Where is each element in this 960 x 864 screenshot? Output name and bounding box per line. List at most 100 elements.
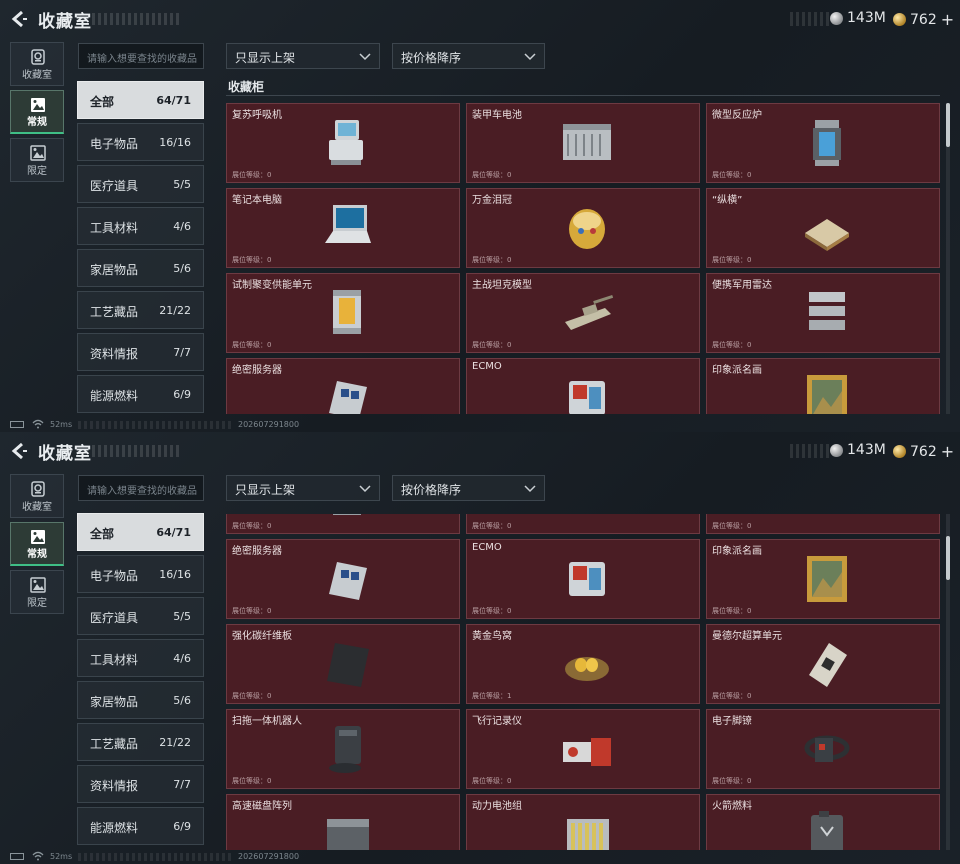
gold-currency[interactable]: 762 + [893, 10, 954, 29]
collection-item-card[interactable]: 微型反应炉 展位等级：0 [706, 103, 940, 183]
sidebar-item-collection-room[interactable]: 收藏室 [10, 474, 64, 518]
chess-board-icon [799, 199, 855, 257]
collection-item-card[interactable]: 飞行记录仪 展位等级：0 [466, 709, 700, 789]
collection-item-card[interactable]: 复苏呼吸机 展位等级：0 [226, 103, 460, 183]
collection-item-card[interactable]: 印象派名画展位等级：0 [706, 539, 940, 619]
grid-scrollbar[interactable] [946, 103, 950, 414]
collection-item-card[interactable]: 主战坦克模型展位等级：0 [466, 273, 700, 353]
item-level: 展位等级：0 [232, 606, 271, 616]
collection-item-card[interactable]: ECMO展位等级：0 [466, 539, 700, 619]
collection-item-card[interactable]: 电子脚镣 展位等级：0 [706, 709, 940, 789]
sidebar-item-regular[interactable]: 常规 [10, 90, 64, 134]
category-item[interactable]: 工具材料 4/6 [77, 639, 204, 677]
category-item[interactable]: 资料情报 7/7 [77, 333, 204, 371]
item-level: 展位等级：0 [712, 606, 751, 616]
collection-item-card[interactable]: 便携军用雷达展位等级：0 [706, 514, 940, 534]
category-item[interactable]: 家居物品 5/6 [77, 249, 204, 287]
collection-item-card[interactable]: 高速磁盘阵列展位等级：0 [226, 794, 460, 850]
category-label: 家居物品 [90, 263, 139, 277]
scroll-thumb[interactable] [946, 536, 950, 580]
item-level-label: 展位等级： [232, 341, 267, 349]
collection-item-card[interactable]: 扫拖一体机器人 展位等级：0 [226, 709, 460, 789]
item-level-label: 展位等级： [712, 777, 747, 785]
category-item[interactable]: 能源燃料 6/9 [77, 375, 204, 413]
category-label: 电子物品 [90, 569, 139, 583]
category-item[interactable]: 电子物品 16/16 [77, 555, 204, 593]
item-level: 展位等级：0 [712, 521, 751, 531]
item-name: ECMO [472, 361, 502, 372]
category-label: 工具材料 [90, 221, 139, 235]
ecmo-icon [559, 550, 615, 608]
filter-dropdown-label: 只显示上架 [235, 51, 296, 65]
build-code: 202607291800 [238, 420, 300, 429]
collection-item-card[interactable]: 试制聚变供能单元展位等级：0 [226, 273, 460, 353]
item-name: 飞行记录仪 [472, 716, 522, 727]
item-level-value: 0 [267, 256, 272, 264]
category-item[interactable]: 全部 64/71 [77, 513, 204, 551]
collection-item-card[interactable]: 万金泪冠 展位等级：0 [466, 188, 700, 268]
collection-item-card[interactable]: 印象派名画展位等级：0 [706, 358, 940, 414]
item-level: 展位等级：1 [472, 691, 511, 701]
category-count: 6/9 [173, 820, 191, 833]
category-item[interactable]: 医疗道具 5/5 [77, 165, 204, 203]
collection-item-card[interactable]: 笔记本电脑 展位等级：0 [226, 188, 460, 268]
item-level-value: 0 [507, 777, 512, 785]
category-label: 家居物品 [90, 695, 139, 709]
flight-recorder-icon [559, 720, 615, 778]
grid-scrollbar[interactable] [946, 514, 950, 850]
collection-item-card[interactable]: 主战坦克模型展位等级：0 [466, 514, 700, 534]
category-item[interactable]: 能源燃料 6/9 [77, 807, 204, 845]
collection-item-card[interactable]: 黄金鸟窝 展位等级：1 [466, 624, 700, 704]
sidebar-item-collection-room[interactable]: 收藏室 [10, 42, 64, 86]
collection-item-card[interactable]: 曼德尔超算单元 展位等级：0 [706, 624, 940, 704]
collection-room-icon [31, 49, 45, 65]
sort-dropdown[interactable]: 按价格降序 [392, 43, 545, 69]
collection-screen-top: 收藏室 143M 762 + 收藏室 常规 限定 请输入想要查找的收藏品 只显示… [0, 0, 960, 432]
collection-item-card[interactable]: 火箭燃料展位等级：0 [706, 794, 940, 850]
sidebar-item-regular[interactable]: 常规 [10, 522, 64, 566]
scroll-thumb[interactable] [946, 103, 950, 147]
collection-item-card[interactable]: ECMO展位等级：0 [466, 358, 700, 414]
wifi-icon [32, 851, 44, 861]
sort-dropdown[interactable]: 按价格降序 [392, 475, 545, 501]
collection-item-card[interactable]: 装甲车电池 展位等级：0 [466, 103, 700, 183]
chevron-down-icon [524, 485, 536, 493]
status-bar: 52ms 202607291800 [0, 850, 960, 864]
collection-item-card[interactable]: 便携军用雷达展位等级：0 [706, 273, 940, 353]
build-code: 202607291800 [238, 852, 300, 861]
collection-screen-bottom: 收藏室 143M 762 + 收藏室 常规 限定 请输入想要查找的收藏品 只显示… [0, 432, 960, 864]
filter-dropdown-label: 只显示上架 [235, 483, 296, 497]
category-item[interactable]: 工具材料 4/6 [77, 207, 204, 245]
category-item[interactable]: 医疗道具 5/5 [77, 597, 204, 635]
filter-dropdown[interactable]: 只显示上架 [226, 475, 380, 501]
collection-item-card[interactable]: “纵横” 展位等级：0 [706, 188, 940, 268]
category-item[interactable]: 家居物品 5/6 [77, 681, 204, 719]
collection-item-card[interactable]: 绝密服务器展位等级：0 [226, 539, 460, 619]
search-input[interactable]: 请输入想要查找的收藏品 [78, 475, 204, 501]
item-level: 展位等级：0 [472, 170, 511, 180]
collection-item-card[interactable]: 强化碳纤维板 展位等级：0 [226, 624, 460, 704]
collection-item-card[interactable]: 绝密服务器展位等级：0 [226, 358, 460, 414]
category-count: 64/71 [156, 94, 191, 107]
category-item[interactable]: 资料情报 7/7 [77, 765, 204, 803]
search-input[interactable]: 请输入想要查找的收藏品 [78, 43, 204, 69]
category-item[interactable]: 工艺藏品 21/22 [77, 723, 204, 761]
sidebar-item-limited[interactable]: 限定 [10, 570, 64, 614]
collection-item-card[interactable]: 动力电池组展位等级：0 [466, 794, 700, 850]
category-item[interactable]: 电子物品 16/16 [77, 123, 204, 161]
title-decoration [92, 445, 182, 457]
category-item[interactable]: 工艺藏品 21/22 [77, 291, 204, 329]
back-arrow-icon[interactable] [9, 441, 29, 461]
back-arrow-icon[interactable] [9, 9, 29, 29]
add-currency-icon[interactable]: + [941, 442, 954, 461]
chevron-down-icon [359, 53, 371, 61]
sidebar-item-label: 限定 [27, 598, 47, 609]
category-count: 64/71 [156, 526, 191, 539]
add-currency-icon[interactable]: + [941, 10, 954, 29]
collection-item-card[interactable]: 试制聚变供能单元展位等级：0 [226, 514, 460, 534]
category-item[interactable]: 全部 64/71 [77, 81, 204, 119]
category-label: 能源燃料 [90, 821, 139, 835]
filter-dropdown[interactable]: 只显示上架 [226, 43, 380, 69]
sidebar-item-limited[interactable]: 限定 [10, 138, 64, 182]
gold-currency[interactable]: 762 + [893, 442, 954, 461]
